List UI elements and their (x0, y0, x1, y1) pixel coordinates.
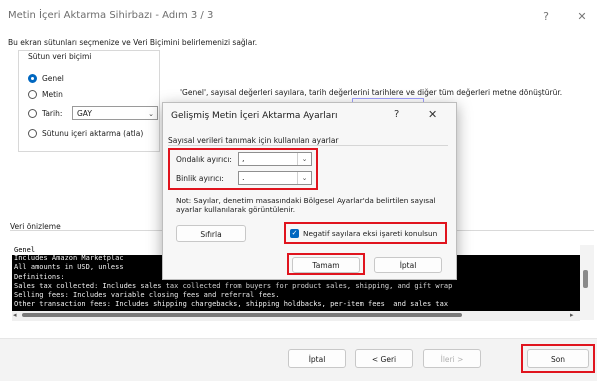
reset-button[interactable]: Sıfırla (176, 225, 246, 242)
dialog-help-icon[interactable]: ? (394, 109, 399, 120)
radio-text-label: Metin (42, 89, 63, 99)
date-format-value: GAY (77, 109, 92, 118)
preview-line: Sales tax collected: Includes sales tax … (14, 281, 453, 290)
radio-selected-icon (28, 73, 37, 83)
dialog-close-icon[interactable]: ✕ (428, 108, 437, 121)
format-info-text: 'Genel', sayısal değerleri sayılara, tar… (180, 88, 563, 97)
radio-date-label: Tarih: (42, 108, 63, 118)
dialog-caption: Sayısal verileri tanımak için kullanılan… (168, 136, 339, 145)
dialog-title: Gelişmiş Metin İçeri Aktarma Ayarları (171, 111, 338, 121)
radio-icon (28, 128, 37, 138)
preview-line: Other transaction fees: Includes shippin… (14, 300, 449, 309)
wizard-cancel-button[interactable]: İptal (288, 349, 346, 368)
finish-highlight (521, 344, 595, 373)
next-button[interactable]: İleri > (423, 349, 481, 368)
intro-text: Bu ekran sütunları seçmenize ve Veri Biç… (8, 38, 258, 47)
vertical-scroll-thumb[interactable] (583, 270, 588, 288)
preview-line: Selling fees: Includes variable closing … (14, 291, 280, 300)
dialog-cancel-button[interactable]: İptal (374, 257, 442, 273)
radio-general[interactable]: Genel (28, 72, 64, 84)
note-text: Not: Sayılar, denetim masasındaki Bölges… (176, 196, 436, 214)
separators-highlight (168, 148, 318, 190)
radio-skip-label: Sütunu içeri aktarma (atla) (42, 128, 144, 138)
chevron-down-icon: ⌄ (148, 110, 154, 118)
horizontal-scroll-thumb[interactable] (22, 313, 462, 317)
help-icon[interactable]: ? (534, 8, 558, 26)
radio-icon (28, 108, 37, 118)
close-icon[interactable]: ✕ (570, 8, 594, 26)
divider (168, 145, 448, 146)
window-title: Metin İçeri Aktarma Sihirbazı - Adım 3 /… (8, 10, 214, 21)
radio-text[interactable]: Metin (28, 88, 63, 100)
ok-highlight (287, 253, 365, 275)
radio-date[interactable]: Tarih: (28, 107, 62, 119)
scroll-left-icon[interactable]: ◂ (13, 311, 17, 319)
column-format-legend: Sütun veri biçimi (26, 52, 94, 61)
checkbox-highlight (284, 222, 447, 244)
radio-skip[interactable]: Sütunu içeri aktarma (atla) (28, 127, 143, 139)
radio-general-label: Genel (42, 73, 64, 83)
date-format-select[interactable]: GAY ⌄ (72, 106, 158, 120)
scroll-right-icon[interactable]: ▸ (570, 311, 574, 319)
radio-icon (28, 89, 37, 99)
back-button[interactable]: < Geri (355, 349, 413, 368)
